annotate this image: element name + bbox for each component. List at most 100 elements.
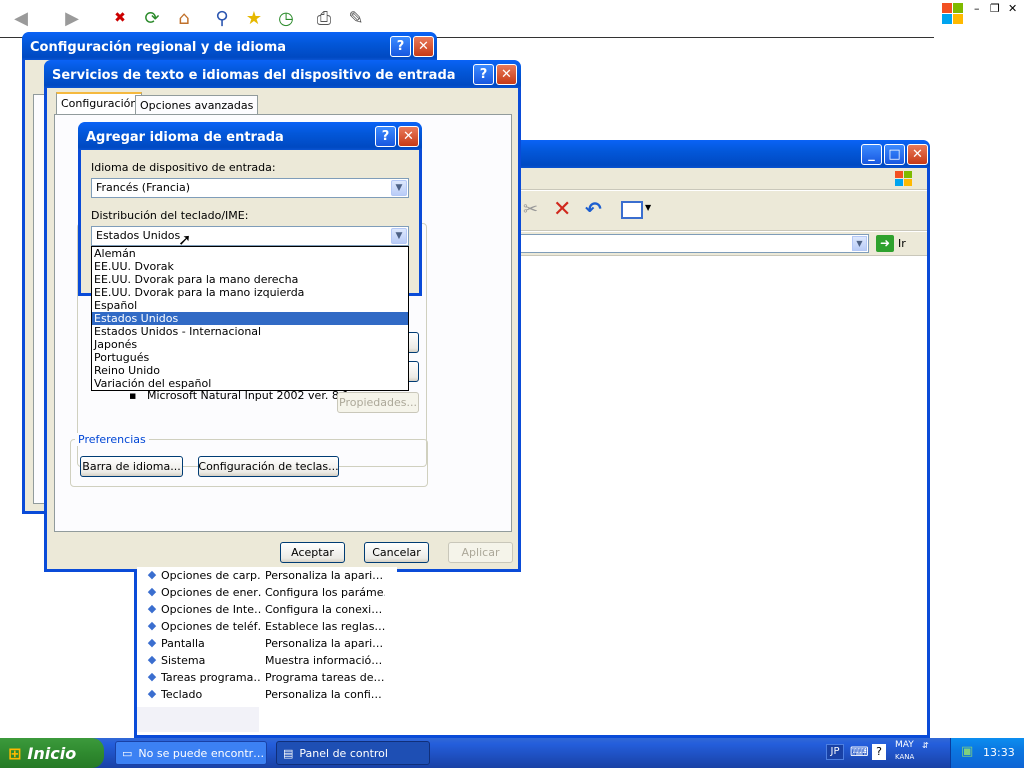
list-item[interactable]: ◆ Opciones de Inte… Configura la conexi… [137, 601, 397, 618]
clock: 13:33 [983, 746, 1015, 759]
folder-options-icon: ◆ [147, 568, 157, 581]
forward-icon[interactable]: ▶ [60, 6, 84, 30]
item-name: Opciones de teléf… [161, 620, 261, 633]
ime-options-icon[interactable]: ⇵ [922, 741, 929, 750]
item-description: Personaliza la apari… [265, 569, 384, 582]
close-button[interactable]: ✕ [398, 126, 419, 147]
language-bar-button[interactable]: Barra de idioma... [80, 456, 183, 477]
back-icon[interactable]: ◀ [9, 6, 33, 30]
layout-dropdown-list: Alemán EE.UU. Dvorak EE.UU. Dvorak para la… [91, 246, 409, 391]
system-tray: ▣ 13:33 [950, 738, 1024, 768]
windows-flag-icon [893, 169, 915, 189]
language-indicator[interactable]: JP [826, 744, 844, 760]
help-button[interactable]: ? [390, 36, 411, 57]
layout-option[interactable]: Español [92, 299, 408, 312]
text-services-title: Servicios de texto e idiomas del disposi… [52, 68, 456, 83]
tab-configuracion[interactable]: Configuración [56, 92, 143, 115]
chevron-down-icon[interactable]: ▼ [391, 180, 407, 196]
item-name: Opciones de ener… [161, 586, 261, 599]
go-arrow-icon[interactable]: ➜ [876, 235, 894, 252]
layout-option[interactable]: Variación del español [92, 377, 408, 390]
display-icon: ◆ [147, 636, 157, 649]
item-name: Tareas programa… [161, 671, 261, 684]
key-settings-button[interactable]: Configuración de teclas... [198, 456, 339, 477]
start-button[interactable]: ⊞ Inicio [0, 738, 104, 768]
taskbar-item-browser[interactable]: ▭ No se puede encontr… [115, 741, 267, 765]
network-icon[interactable]: ▣ [961, 744, 973, 759]
internet-options-icon: ◆ [147, 602, 157, 615]
taskbar-item-control-panel[interactable]: ▤ Panel de control [276, 741, 430, 765]
layout-option[interactable]: EE.UU. Dvorak para la mano izquierda [92, 286, 408, 299]
item-description: Muestra informació… [265, 654, 383, 667]
close-button[interactable]: ✕ [907, 144, 928, 165]
keyboard-icon[interactable]: ⌨ [850, 745, 869, 760]
favorites-icon[interactable]: ★ [242, 6, 266, 30]
input-language-value: Francés (Francia) [96, 181, 190, 194]
apply-button[interactable]: Aplicar [448, 542, 513, 563]
help-icon[interactable]: ? [872, 744, 886, 760]
tab-opciones-avanzadas[interactable]: Opciones avanzadas [135, 95, 259, 116]
close-button[interactable]: ✕ [496, 64, 517, 85]
item-name: Opciones de Inte… [161, 603, 261, 616]
layout-option[interactable]: EE.UU. Dvorak para la mano derecha [92, 273, 408, 286]
power-options-icon: ◆ [147, 585, 157, 598]
windows-logo-icon: ⊞ [8, 743, 22, 763]
maximize-button[interactable]: □ [884, 144, 905, 165]
item-description: Personaliza la apari… [265, 637, 384, 650]
layout-option[interactable]: Japonés [92, 338, 408, 351]
item-name: Opciones de carp… [161, 569, 261, 582]
history-icon[interactable]: ◷ [274, 6, 298, 30]
delete-icon[interactable]: ✕ [553, 197, 571, 222]
list-item[interactable]: ◆ Pantalla Personaliza la apari… [137, 635, 397, 652]
layout-option[interactable]: EE.UU. Dvorak [92, 260, 408, 273]
move-to-icon[interactable]: ✂ [523, 199, 538, 220]
views-icon[interactable] [621, 201, 643, 219]
close-button[interactable]: ✕ [413, 36, 434, 57]
layout-option[interactable]: Estados Unidos - Internacional [92, 325, 408, 338]
search-icon[interactable]: ⚲ [210, 6, 234, 30]
browser-window-controls: – ❐ ✕ [934, 0, 1024, 38]
list-item[interactable]: ◆ Opciones de teléf… Establece las reglas… [137, 618, 397, 635]
control-panel-icon: ▤ [283, 746, 294, 760]
item-description: Configura la conexi… [265, 603, 383, 616]
preferences-label: Preferencias [75, 433, 149, 446]
list-item[interactable]: ◆ Opciones de carp… Personaliza la apari… [137, 567, 397, 584]
ok-button[interactable]: Aceptar [280, 542, 345, 563]
ime-mode-bottom[interactable]: KANA [895, 753, 914, 761]
address-dropdown-icon[interactable]: ▼ [852, 236, 867, 251]
minimize-icon[interactable]: – [974, 2, 980, 15]
layout-option[interactable]: Portugués [92, 351, 408, 364]
minimize-button[interactable]: _ [861, 144, 882, 165]
properties-button[interactable]: Propiedades... [337, 392, 419, 413]
stop-icon[interactable]: ✖ [108, 6, 132, 30]
close-icon[interactable]: ✕ [1008, 2, 1017, 15]
list-item[interactable]: ◆ Tareas programa… Programa tareas de… [137, 669, 397, 686]
layout-value: Estados Unidos [96, 229, 181, 242]
add-language-titlebar: Agregar idioma de entrada [78, 122, 422, 150]
chevron-down-icon[interactable]: ▼ [391, 228, 407, 244]
cancel-button[interactable]: Cancelar [364, 542, 429, 563]
edit-icon[interactable]: ✎ [344, 6, 368, 30]
list-item[interactable]: ◆ Sistema Muestra informació… [137, 652, 397, 669]
input-language-select[interactable]: Francés (Francia) ▼ [91, 178, 409, 198]
add-language-title: Agregar idioma de entrada [86, 130, 284, 145]
layout-option[interactable]: Reino Unido [92, 364, 408, 377]
start-label: Inicio [27, 743, 77, 763]
go-button-label[interactable]: Ir [898, 237, 906, 250]
layout-select[interactable]: Estados Unidos ▼ [91, 226, 409, 246]
list-item[interactable]: ◆ Opciones de ener… Configura los paráme… [137, 584, 397, 601]
help-button[interactable]: ? [375, 126, 396, 147]
regional-titlebar: Configuración regional y de idioma [22, 32, 437, 60]
undo-icon[interactable]: ↶ [585, 197, 602, 221]
home-icon[interactable]: ⌂ [172, 6, 196, 30]
layout-option[interactable]: Estados Unidos [92, 312, 408, 325]
layout-option[interactable]: Alemán [92, 247, 408, 260]
help-button[interactable]: ? [473, 64, 494, 85]
refresh-icon[interactable]: ⟳ [140, 6, 164, 30]
ime-mode-top[interactable]: MAY [895, 740, 914, 750]
views-dropdown-icon[interactable]: ▼ [645, 203, 651, 212]
restore-icon[interactable]: ❐ [990, 2, 1000, 15]
print-icon[interactable]: ⎙ [312, 6, 336, 30]
list-item[interactable]: ◆ Teclado Personaliza la confi… [137, 686, 397, 703]
item-description: Programa tareas de… [265, 671, 385, 684]
